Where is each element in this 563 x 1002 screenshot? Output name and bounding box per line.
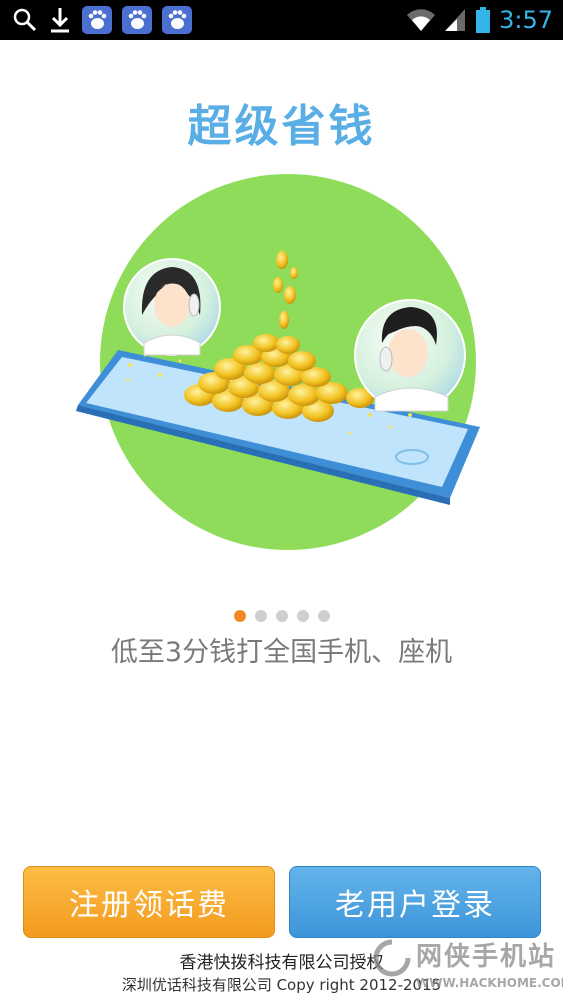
signal-icon [445,9,466,31]
page-dot-active [233,610,246,622]
watermark: 网侠手机站 WWW.HACKHOME.COM [372,932,563,998]
baidu-icon [122,6,152,34]
page-subtitle: 低至3分钱打全国手机、座机 [110,637,453,668]
man-avatar [354,299,466,412]
baidu-icon [82,6,112,34]
search-icon [13,8,37,32]
login-button[interactable]: 老用户登录 [289,866,541,938]
page-dot [275,610,288,622]
notification-icons [12,4,192,36]
page-dot [296,610,309,622]
woman-avatar [123,258,221,356]
wifi-icon [407,9,436,31]
register-button[interactable]: 注册领话费 [23,866,275,938]
watermark-url: WWW.HACKHOME.COM [416,976,563,990]
download-icon [51,8,69,33]
page-indicator [0,610,563,622]
page-dot [317,610,330,622]
page-dot [254,610,267,622]
system-icons: 3:57 [405,4,553,36]
baidu-icon [162,6,192,34]
battery-icon [476,7,491,33]
status-bar: 3:57 [0,0,563,40]
page-title: 超级省钱 [187,101,376,152]
clock: 3:57 [499,6,553,34]
savings-illustration [76,174,480,550]
watermark-logo-icon [373,939,411,977]
watermark-text: 网侠手机站 [416,942,557,972]
